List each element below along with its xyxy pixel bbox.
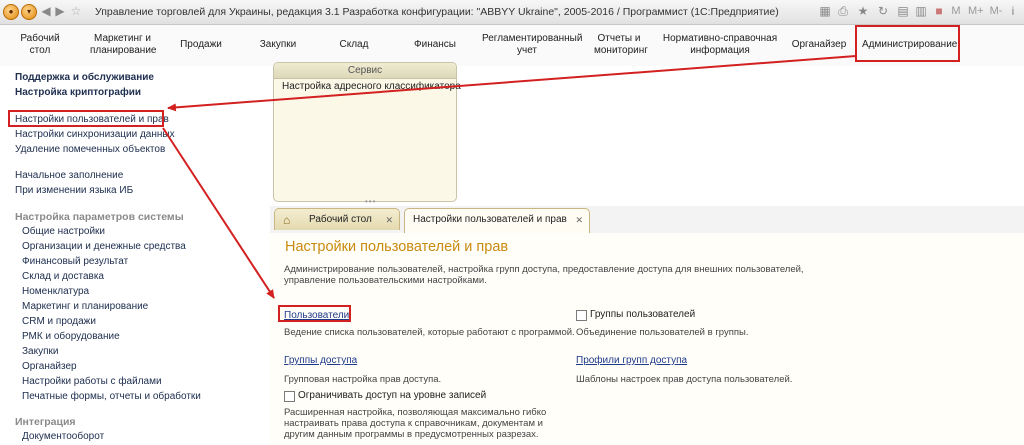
memory-plus-button[interactable]: M+ [968, 4, 984, 18]
sidebar-item[interactable]: Финансовый результат [22, 256, 128, 267]
restrict-records-description: Расширенная настройка, позволяющая макси… [284, 407, 547, 440]
sidebar-delete-marked[interactable]: Удаление помеченных объектов [15, 144, 165, 155]
copy-icon[interactable]: ▦ [818, 4, 832, 18]
menu-label: Отчеты и мониторинг [594, 33, 648, 56]
tab-user-rights[interactable]: Настройки пользователей и прав ✕ [404, 208, 590, 233]
address-classifier-link[interactable]: Настройка адресного классификатора [282, 81, 461, 92]
menu-warehouse[interactable]: Склад [336, 39, 372, 51]
favorites-icon[interactable]: ★ [856, 4, 870, 18]
menu-reports[interactable]: Отчеты и мониторинг [594, 33, 648, 57]
sidebar-item[interactable]: Органайзер [22, 361, 77, 372]
menu-reference-info[interactable]: Нормативно-справочная информация [662, 33, 778, 57]
sidebar-item[interactable]: Организации и денежные средства [22, 241, 186, 252]
app-menu-icon[interactable]: ● [3, 4, 19, 20]
highlight-users-link [278, 305, 351, 322]
sidebar-section-integration: Интеграция [15, 416, 76, 428]
highlight-user-rights-settings [8, 110, 164, 127]
sidebar-crypto[interactable]: Настройка криптографии [15, 87, 141, 98]
panel-splitter[interactable]: ••• [270, 197, 1024, 206]
restrict-records-checkbox[interactable] [284, 391, 295, 402]
calculator-icon[interactable]: ▤ [896, 4, 910, 18]
user-groups-description: Объединение пользователей в группы. [576, 327, 749, 338]
restrict-records-label: Ограничивать доступ на уровне записей [298, 390, 487, 401]
tab-label: Настройки пользователей и прав [413, 214, 567, 225]
tabs-bar: ⌂ Рабочий стол ✕ Настройки пользователей… [270, 206, 1024, 234]
back-arrow-icon[interactable]: ◀ [39, 4, 53, 18]
tab-desktop[interactable]: ⌂ Рабочий стол ✕ [274, 208, 400, 230]
close-icon[interactable]: ✕ [385, 209, 393, 231]
sidebar-item[interactable]: Общие настройки [22, 226, 105, 237]
service-panel-header: Сервис [274, 63, 456, 79]
sidebar-item[interactable]: РМК и оборудование [22, 331, 120, 342]
users-description: Ведение списка пользователей, которые ра… [284, 327, 575, 338]
splitter-grip-icon: ••• [365, 197, 377, 206]
page-title: Настройки пользователей и прав [285, 239, 509, 255]
user-groups-label: Группы пользователей [590, 309, 696, 320]
access-profiles-link[interactable]: Профили групп доступа [576, 355, 687, 366]
sidebar-item[interactable]: Склад и доставка [22, 271, 104, 282]
sidebar-language-change[interactable]: При изменении языка ИБ [15, 185, 133, 196]
chevron-down-icon[interactable]: ▾ [21, 4, 37, 20]
menu-label: Регламентированный учет [482, 33, 583, 56]
memory-m-button[interactable]: M [949, 4, 963, 18]
menu-label: Склад [339, 39, 369, 50]
print-icon[interactable]: ⎙ [836, 4, 850, 18]
tool-icon[interactable]: ■ [932, 4, 946, 18]
menu-finance[interactable]: Финансы [413, 39, 457, 51]
sidebar-item[interactable]: CRM и продажи [22, 316, 96, 327]
sidebar-item[interactable]: Закупки [22, 346, 58, 357]
menu-label: Нормативно-справочная информация [662, 33, 778, 56]
sidebar-item[interactable]: Документооборот [22, 431, 104, 442]
highlight-administration [855, 25, 960, 62]
sidebar-item[interactable]: Печатные формы, отчеты и обработки [22, 391, 201, 402]
menu-label: Маркетинг и планирование [90, 33, 157, 56]
close-icon[interactable]: ✕ [575, 209, 583, 231]
home-icon: ⌂ [283, 213, 291, 227]
menu-label: Рабочий стол [20, 33, 60, 56]
window-titlebar: ● ▾ ◀ ▶ ☆ Управление торговлей для Украи… [0, 0, 1024, 25]
tab-label: Рабочий стол [309, 214, 372, 225]
menu-marketing[interactable]: Маркетинг и планирование [90, 33, 157, 57]
menu-regulated-accounting[interactable]: Регламентированный учет [482, 33, 582, 57]
info-icon[interactable]: i [1006, 4, 1020, 18]
access-groups-description: Групповая настройка прав доступа. [284, 374, 442, 385]
menu-label: Финансы [414, 39, 456, 50]
star-icon[interactable]: ☆ [69, 4, 83, 18]
sidebar-initial-fill[interactable]: Начальное заполнение [15, 170, 123, 181]
service-panel: Сервис Настройка адресного классификатор… [273, 62, 461, 202]
sidebar-sync-settings[interactable]: Настройки синхронизации данных [15, 129, 175, 140]
sidebar-item[interactable]: Номенклатура [22, 286, 89, 297]
menu-desktop[interactable]: Рабочий стол [20, 33, 60, 57]
sidebar-item[interactable]: Настройки работы с файлами [22, 376, 162, 387]
sidebar-item[interactable]: Маркетинг и планирование [22, 301, 148, 312]
menu-label: Органайзер [791, 39, 847, 50]
menu-label: Закупки [259, 39, 297, 50]
menu-purchases[interactable]: Закупки [258, 39, 298, 51]
memory-minus-button[interactable]: M- [989, 4, 1003, 18]
sidebar-support[interactable]: Поддержка и обслуживание [15, 72, 154, 83]
menu-organizer[interactable]: Органайзер [791, 39, 847, 51]
user-groups-checkbox[interactable] [576, 310, 587, 321]
sidebar-section-system-params: Настройка параметров системы [15, 211, 184, 223]
access-profiles-description: Шаблоны настроек прав доступа пользовате… [576, 374, 793, 385]
menu-label: Продажи [180, 39, 222, 50]
window-title: Управление торговлей для Украины, редакц… [95, 6, 779, 18]
history-icon[interactable]: ↻ [876, 4, 890, 18]
calendar-icon[interactable]: ▥ [914, 4, 928, 18]
access-groups-link[interactable]: Группы доступа [284, 355, 357, 366]
menu-sales[interactable]: Продажи [180, 39, 222, 51]
page-description: Администрирование пользователей, настрой… [284, 264, 804, 286]
forward-arrow-icon[interactable]: ▶ [53, 4, 67, 18]
